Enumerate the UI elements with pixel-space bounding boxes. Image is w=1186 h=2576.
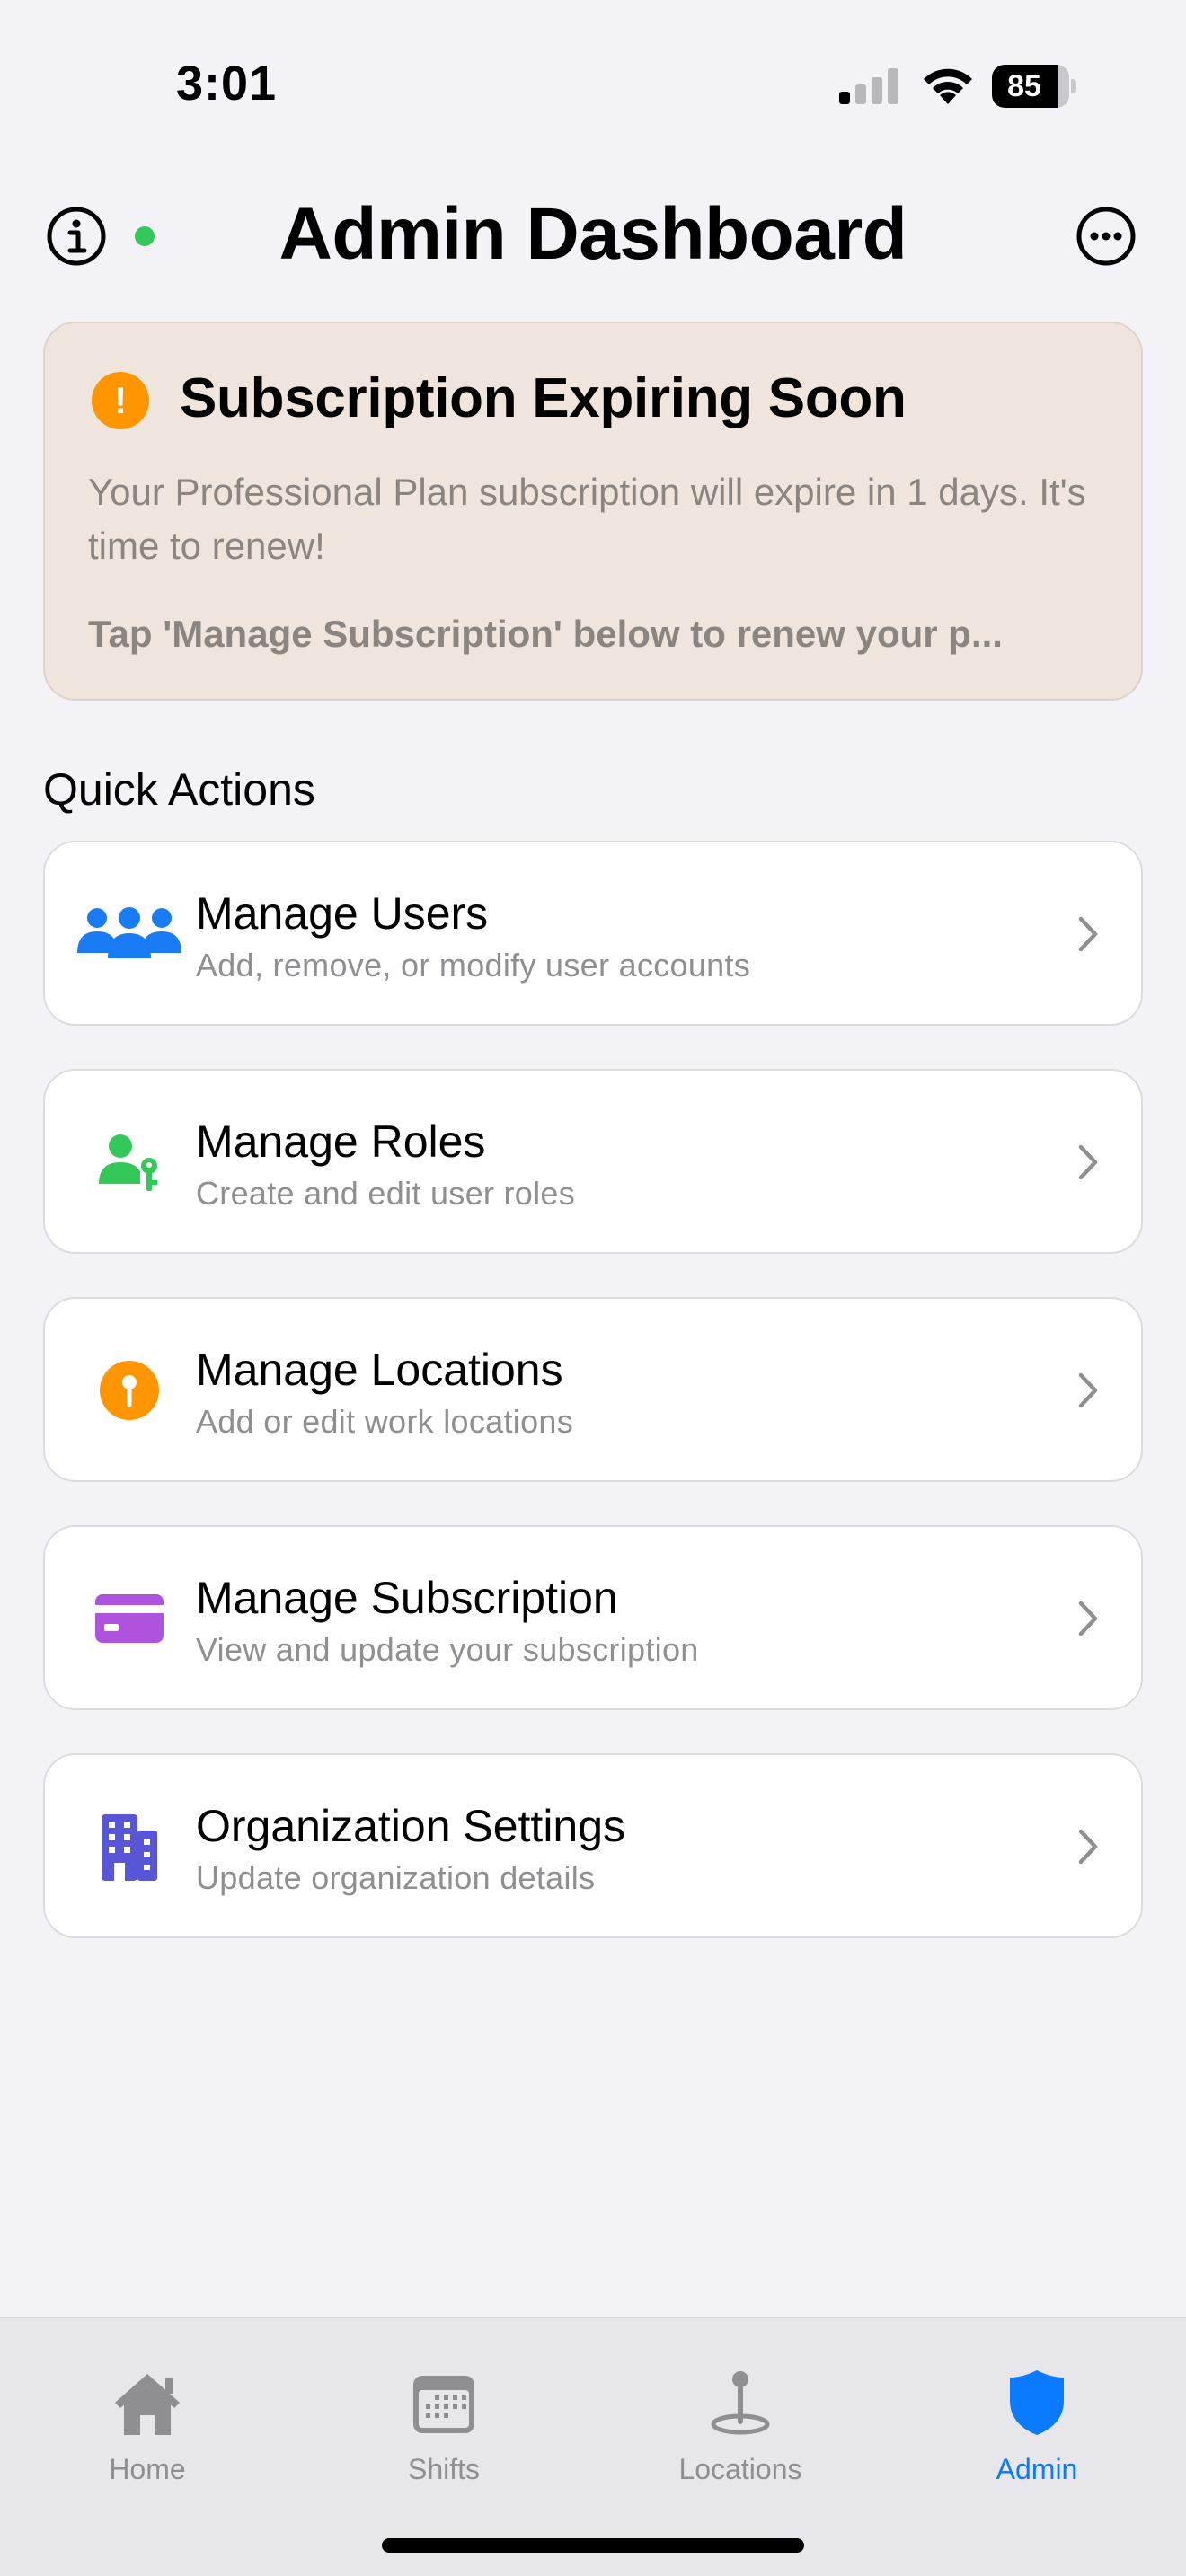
- manage-users-subtitle: Add, remove, or modify user accounts: [196, 947, 751, 984]
- manage-roles-label: Manage Roles: [196, 1116, 486, 1167]
- tab-admin-label: Admin: [996, 2453, 1078, 2485]
- manage-subscription-row[interactable]: Manage Subscription View and update your…: [43, 1525, 1143, 1710]
- status-time: 3:01: [176, 57, 278, 110]
- manage-users-row[interactable]: Manage Users Add, remove, or modify user…: [43, 841, 1143, 1026]
- manage-subscription-subtitle: View and update your subscription: [196, 1631, 699, 1668]
- manage-locations-subtitle: Add or edit work locations: [196, 1403, 574, 1440]
- tab-bar: Home Shifts Locations Admin: [0, 2317, 1186, 2576]
- alert-title: Subscription Expiring Soon: [180, 367, 907, 429]
- users-icon: [74, 884, 185, 984]
- manage-roles-subtitle: Create and edit user roles: [196, 1175, 576, 1212]
- map-pin-icon: [711, 2371, 770, 2435]
- tab-locations-label: Locations: [678, 2453, 802, 2485]
- alert-message: Your Professional Plan subscription will…: [88, 471, 1086, 567]
- manage-users-label: Manage Users: [196, 888, 489, 939]
- more-options-icon[interactable]: [1075, 205, 1137, 268]
- quick-actions-title: Quick Actions: [43, 764, 315, 815]
- status-bar: 3:01 85: [0, 0, 1186, 171]
- manage-roles-row[interactable]: Manage Roles Create and edit user roles: [43, 1069, 1143, 1254]
- chevron-right-icon: [1078, 916, 1098, 952]
- organization-settings-row[interactable]: Organization Settings Update organizatio…: [43, 1753, 1143, 1938]
- chevron-right-icon: [1078, 1144, 1098, 1180]
- tab-locations[interactable]: Locations: [651, 2367, 830, 2492]
- person-key-icon: [74, 1112, 185, 1213]
- admin-dashboard-screen: 3:01 85 Admin Dashboard ! Subscription E…: [0, 0, 1186, 2576]
- manage-locations-row[interactable]: Manage Locations Add or edit work locati…: [43, 1297, 1143, 1482]
- chevron-right-icon: [1078, 1829, 1098, 1865]
- manage-locations-label: Manage Locations: [196, 1345, 563, 1395]
- nav-header: Admin Dashboard: [0, 180, 1186, 287]
- tab-shifts-label: Shifts: [407, 2453, 481, 2485]
- chevron-right-icon: [1078, 1601, 1098, 1636]
- calendar-icon: [413, 2376, 474, 2433]
- building-icon: [74, 1796, 185, 1897]
- subscription-alert-banner: ! Subscription Expiring Soon Your Profes…: [43, 322, 1143, 701]
- home-indicator: [382, 2538, 804, 2553]
- wifi-icon: [924, 68, 972, 104]
- battery-level: 85: [1007, 69, 1041, 103]
- map-pin-icon: [74, 1340, 185, 1441]
- cellular-signal-icon: [839, 68, 902, 104]
- shield-icon: [1010, 2370, 1064, 2435]
- alert-hint: Tap 'Manage Subscription' below to renew…: [88, 613, 1003, 655]
- house-icon: [115, 2374, 180, 2435]
- organization-settings-label: Organization Settings: [196, 1801, 626, 1851]
- manage-subscription-label: Manage Subscription: [196, 1573, 618, 1623]
- page-title: Admin Dashboard: [279, 193, 907, 275]
- organization-settings-subtitle: Update organization details: [196, 1859, 596, 1896]
- tab-home[interactable]: Home: [58, 2367, 237, 2492]
- tab-home-label: Home: [109, 2453, 186, 2485]
- tab-admin[interactable]: Admin: [947, 2367, 1127, 2492]
- chevron-right-icon: [1078, 1372, 1098, 1408]
- credit-card-icon: [74, 1568, 185, 1669]
- battery-icon: 85: [992, 65, 1076, 108]
- tab-shifts[interactable]: Shifts: [354, 2367, 534, 2492]
- exclamation-circle-icon: !: [92, 372, 149, 429]
